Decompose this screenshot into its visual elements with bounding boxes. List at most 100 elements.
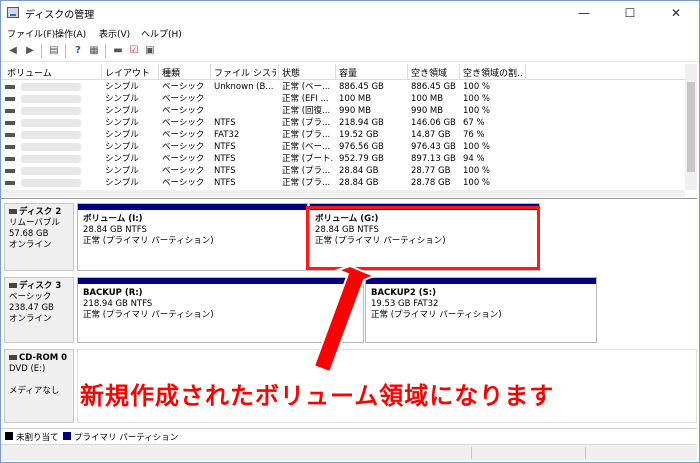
cell-free-percent: 100 %	[463, 106, 491, 116]
table-row[interactable]: シンプル ベーシック NTFS 正常 (ブート... 952.79 GB 897…	[1, 153, 685, 165]
volume-icon	[5, 85, 15, 89]
table-row[interactable]: シンプル ベーシック NTFS 正常 (ベー... 976.56 GB 976.…	[1, 141, 685, 153]
partition-status: 正常 (プライマリ パーティション)	[83, 310, 214, 320]
menu-help[interactable]: ヘルプ(H)	[141, 27, 182, 40]
minimize-button[interactable]: —	[561, 1, 607, 25]
menu-file[interactable]: ファイル(F)	[7, 27, 55, 40]
disk-size: 238.47 GB	[9, 303, 54, 313]
help-icon[interactable]: ?	[71, 44, 85, 58]
col-filesystem[interactable]: ファイル システム	[214, 66, 276, 79]
cell-filesystem: NTFS	[214, 154, 236, 164]
cell-type: ベーシック	[162, 118, 205, 128]
volume-name-redacted	[21, 143, 81, 151]
cell-capacity: 100 MB	[339, 94, 372, 104]
cell-free-space: 28.77 GB	[411, 166, 451, 176]
cell-layout: シンプル	[105, 118, 139, 128]
cell-status: 正常 (EFI ...	[282, 94, 329, 104]
unallocated-swatch	[5, 432, 13, 440]
cell-free-space: 14.87 GB	[411, 130, 451, 140]
volume-list: ボリューム レイアウト 種類 ファイル システム 状態 容量 空き領域 空き領域…	[1, 64, 685, 190]
legend: 未割り当て プライマリ パーティション	[1, 428, 697, 443]
cell-filesystem: FAT32	[214, 130, 240, 140]
cell-type: ベーシック	[162, 82, 205, 92]
table-row[interactable]: シンプル ベーシック Unknown (B... 正常 (ベー... 886.4…	[1, 81, 685, 93]
col-free-space[interactable]: 空き領域	[411, 66, 457, 79]
partition-volume-i[interactable]: ボリューム (I:) 28.84 GB NTFS 正常 (プライマリ パーティシ…	[77, 203, 308, 271]
menu-bar: ファイル(F) 操作(A) 表示(V) ヘルプ(H)	[1, 25, 699, 41]
disk-2-label[interactable]: ディスク 2 リムーバブル 57.68 GB オンライン	[4, 203, 74, 271]
table-row[interactable]: シンプル ベーシック FAT32 正常 (プラ... 19.52 GB 14.8…	[1, 129, 685, 141]
table-row[interactable]: シンプル ベーシック 正常 (回復... 990 MB 990 MB 100 %	[1, 105, 685, 117]
col-capacity[interactable]: 容量	[339, 66, 405, 79]
cell-type: ベーシック	[162, 166, 205, 176]
disk-icon[interactable]: ▬	[111, 44, 125, 58]
status-cell	[471, 447, 584, 459]
primary-partition-bar	[78, 278, 363, 284]
table-row[interactable]: シンプル ベーシック NTFS 正常 (プラ... 28.84 GB 28.77…	[1, 165, 685, 177]
col-layout[interactable]: レイアウト	[105, 66, 155, 79]
col-type[interactable]: 種類	[162, 66, 208, 79]
cell-filesystem: NTFS	[214, 166, 236, 176]
volume-name-redacted	[21, 167, 81, 175]
cell-layout: シンプル	[105, 82, 139, 92]
table-horizontal-scrollbar[interactable]	[1, 190, 685, 197]
partition-backup-r[interactable]: BACKUP (R:) 218.94 GB NTFS 正常 (プライマリ パーテ…	[77, 277, 364, 343]
cell-capacity: 976.56 GB	[339, 142, 384, 152]
volume-name-redacted	[21, 107, 81, 115]
cell-status: 正常 (プラ...	[282, 130, 331, 140]
cell-capacity: 218.94 GB	[339, 118, 384, 128]
cdrom-icon	[9, 355, 17, 360]
cell-free-percent: 100 %	[463, 82, 491, 92]
maximize-button[interactable]: ☐	[607, 1, 653, 25]
cell-free-percent: 67 %	[463, 118, 485, 128]
volume-icon	[5, 181, 15, 185]
cell-capacity: 19.52 GB	[339, 130, 379, 140]
table-row[interactable]: シンプル ベーシック 正常 (EFI ... 100 MB 100 MB 100…	[1, 93, 685, 105]
check-icon[interactable]: ☑	[127, 44, 141, 58]
cdrom-0-label[interactable]: CD-ROM 0 DVD (E:) メディアなし	[4, 349, 74, 423]
cell-status: 正常 (回復...	[282, 106, 331, 116]
cell-capacity: 886.45 GB	[339, 82, 384, 92]
col-free-percent[interactable]: 空き領域の割...	[463, 66, 523, 79]
table-vertical-scrollbar[interactable]	[685, 64, 697, 190]
forward-arrow-icon[interactable]: ▶	[23, 44, 37, 58]
cell-layout: シンプル	[105, 106, 139, 116]
cell-layout: シンプル	[105, 154, 139, 164]
cell-filesystem: NTFS	[214, 118, 236, 128]
scrollbar-thumb[interactable]	[687, 82, 695, 172]
toolbar: ◀ ▶ ▤ ? ▦ ▬ ☑ ▣	[1, 41, 699, 62]
partition-backup2-s[interactable]: BACKUP2 (S:) 19.53 GB FAT32 正常 (プライマリ パー…	[365, 277, 597, 343]
legend-unallocated: 未割り当て	[16, 433, 59, 443]
cell-free-space: 897.13 GB	[411, 154, 456, 164]
status-cell	[585, 447, 696, 459]
volume-icon	[5, 169, 15, 173]
menu-view[interactable]: 表示(V)	[99, 27, 130, 40]
cell-status: 正常 (プラ...	[282, 166, 331, 176]
partition-size-fs: 28.84 GB NTFS	[83, 225, 147, 235]
volume-icon	[5, 109, 15, 113]
col-status[interactable]: 状態	[282, 66, 332, 79]
back-arrow-icon[interactable]: ◀	[6, 44, 20, 58]
partition-status: 正常 (プライマリ パーティション)	[83, 236, 214, 246]
cell-capacity: 28.84 GB	[339, 178, 379, 188]
volume-icon	[5, 145, 15, 149]
console-tree-icon[interactable]: ▤	[47, 44, 61, 58]
table-row[interactable]: シンプル ベーシック NTFS 正常 (プラ... 28.84 GB 28.78…	[1, 177, 685, 189]
settings-icon[interactable]: ▣	[143, 44, 157, 58]
table-row[interactable]: シンプル ベーシック NTFS 正常 (プラ... 218.94 GB 146.…	[1, 117, 685, 129]
close-button[interactable]: ✕	[653, 1, 699, 25]
volume-name-redacted	[21, 179, 81, 187]
cell-free-percent: 100 %	[463, 142, 491, 152]
cell-type: ベーシック	[162, 178, 205, 188]
menu-action[interactable]: 操作(A)	[55, 27, 86, 40]
cell-layout: シンプル	[105, 178, 139, 188]
cell-filesystem: NTFS	[214, 178, 236, 188]
disk-3-label[interactable]: ディスク 3 ベーシック 238.47 GB オンライン	[4, 277, 74, 343]
window-title: ディスクの管理	[25, 10, 95, 21]
partition-title: BACKUP (R:)	[83, 288, 143, 298]
cell-layout: シンプル	[105, 142, 139, 152]
list-view-icon[interactable]: ▦	[87, 44, 101, 58]
col-volume[interactable]: ボリューム	[7, 66, 97, 79]
cell-type: ベーシック	[162, 130, 205, 140]
disk-type: DVD (E:)	[9, 364, 46, 374]
